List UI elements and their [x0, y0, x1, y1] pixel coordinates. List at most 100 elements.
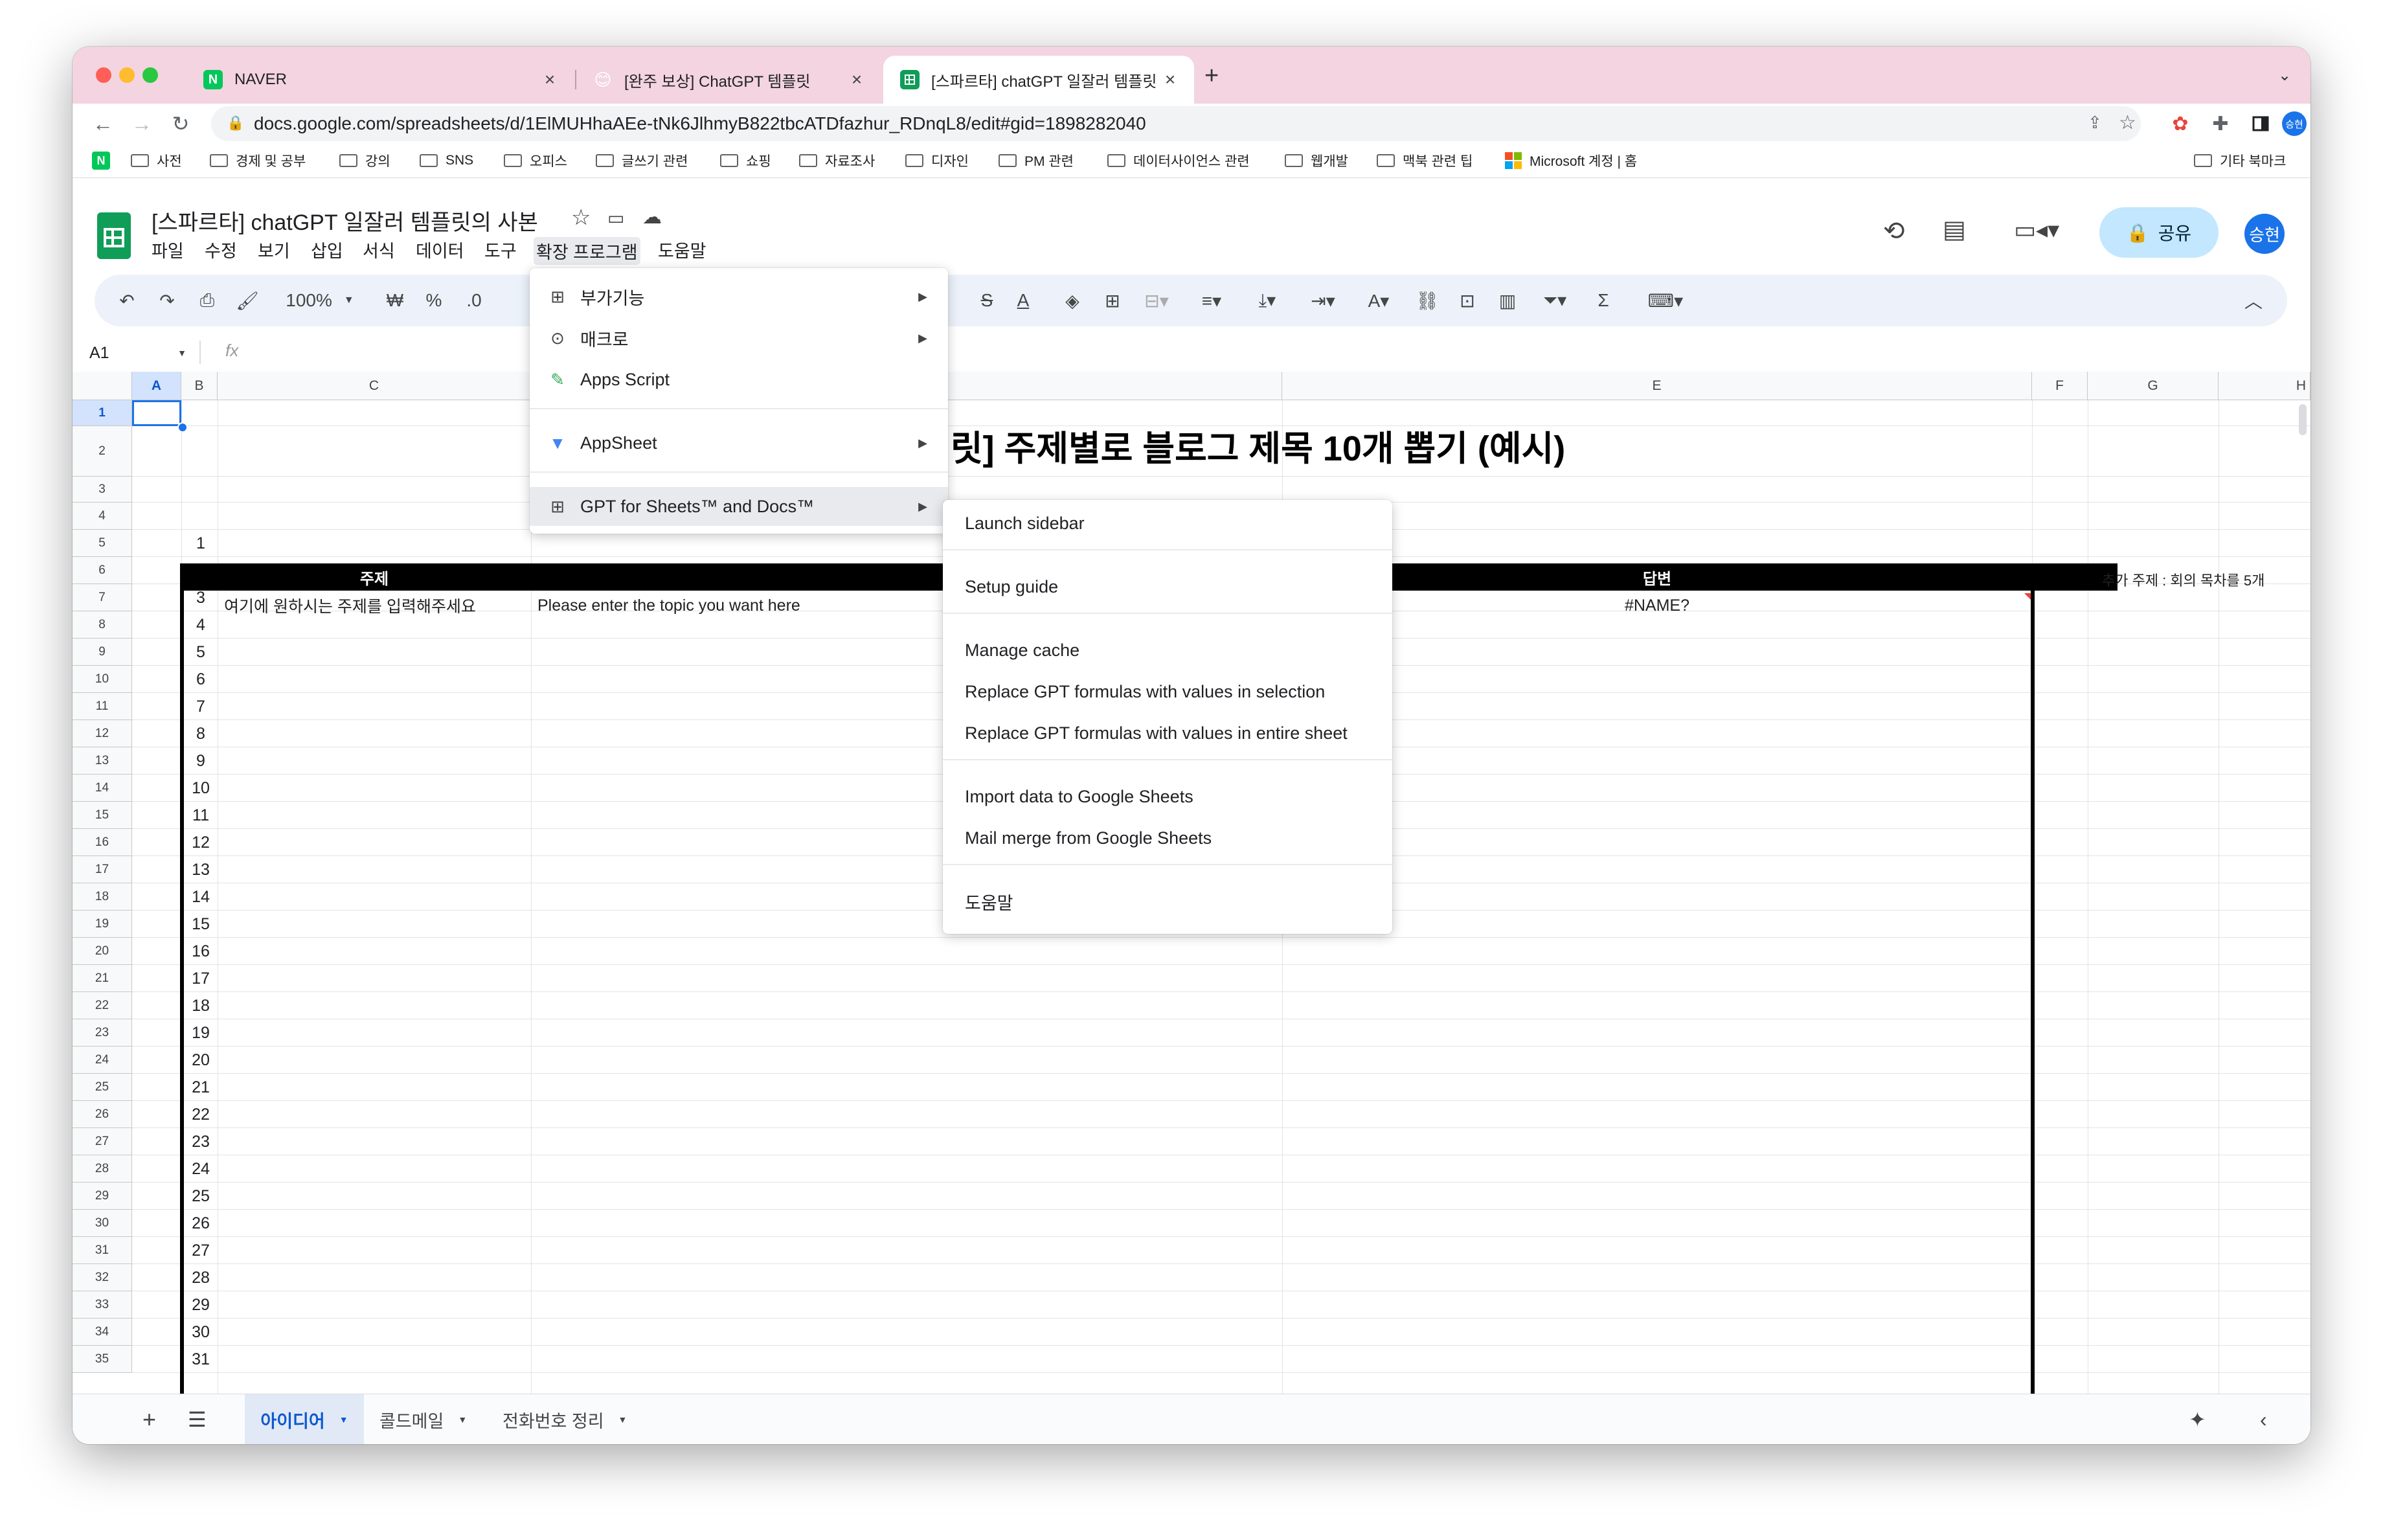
index-cell[interactable]: 21 — [184, 1074, 218, 1101]
header-answer[interactable]: 답변 — [1282, 563, 2032, 591]
index-cell[interactable]: 22 — [184, 1101, 218, 1128]
star-icon[interactable]: ☆ — [571, 205, 591, 231]
bookmark-folder[interactable]: 글쓰기 관련 — [596, 150, 688, 171]
row-header[interactable]: 33 — [73, 1291, 132, 1319]
index-cell[interactable]: 14 — [184, 883, 218, 911]
side-panel-icon[interactable] — [2246, 109, 2276, 139]
column-header-a[interactable]: A — [132, 372, 181, 400]
forward-arrow-icon[interactable]: → — [127, 109, 157, 139]
index-cell[interactable]: 17 — [184, 965, 218, 992]
prompt-cell[interactable]: Please enter the topic you want here — [537, 592, 926, 619]
column-header-b[interactable]: B — [181, 372, 218, 400]
menu-edit[interactable]: 수정 — [205, 237, 237, 262]
account-avatar[interactable]: 승현 — [2244, 214, 2285, 254]
menu-item-macros[interactable]: ⊙ 매크로 ▶ — [530, 319, 948, 357]
meet-video-icon[interactable]: ▭◂▾ — [2014, 216, 2059, 243]
menu-item-gpt-for-sheets[interactable]: ⊞ GPT for Sheets™ and Docs™ ▶ — [530, 487, 948, 526]
fill-color-icon[interactable]: ◈ — [1057, 285, 1088, 316]
sheet-heading[interactable]: 릿] 주제별로 블로그 제목 10개 뽑기 (예시) — [951, 422, 1565, 468]
index-cell[interactable]: 20 — [184, 1047, 218, 1074]
input-tools-icon[interactable]: ⌨▾ — [1640, 285, 1691, 316]
explore-icon[interactable]: ✦ — [2189, 1394, 2206, 1444]
collapse-side-panel-icon[interactable]: ‹ — [2260, 1394, 2267, 1444]
index-cell[interactable]: 11 — [184, 802, 218, 829]
address-bar[interactable]: 🔒 docs.google.com/spreadsheets/d/1ElMUHh… — [211, 106, 2141, 141]
text-rotation-icon[interactable]: A▾ — [1356, 285, 1401, 316]
row-header[interactable]: 31 — [73, 1237, 132, 1264]
maximize-window-button[interactable] — [142, 67, 158, 83]
bookmark-folder[interactable]: 경제 및 공부 — [210, 150, 306, 171]
bookmark-folder[interactable]: 웹개발 — [1285, 150, 1348, 171]
row-header[interactable]: 8 — [73, 611, 132, 639]
index-cell[interactable]: 12 — [184, 829, 218, 856]
column-header-f[interactable]: F — [2032, 372, 2088, 400]
index-cell[interactable]: 15 — [184, 911, 218, 938]
bookmark-folder[interactable]: 사전 — [131, 150, 182, 171]
row-header[interactable]: 6 — [73, 557, 132, 584]
row-header[interactable]: 15 — [73, 802, 132, 829]
row-header[interactable]: 22 — [73, 992, 132, 1019]
sheets-logo-icon[interactable] — [97, 212, 131, 259]
index-cell[interactable]: 10 — [184, 775, 218, 802]
row-header[interactable]: 23 — [73, 1019, 132, 1047]
close-window-button[interactable] — [96, 67, 111, 83]
index-cell[interactable]: 5 — [184, 639, 218, 666]
bookmark-folder[interactable]: 자료조사 — [799, 150, 875, 171]
row-header[interactable]: 17 — [73, 856, 132, 883]
borders-icon[interactable]: ⊞ — [1097, 285, 1128, 316]
row-header[interactable]: 29 — [73, 1183, 132, 1210]
row-header[interactable]: 14 — [73, 775, 132, 802]
row-header[interactable]: 28 — [73, 1155, 132, 1183]
index-cell[interactable]: 7 — [184, 693, 218, 720]
functions-icon[interactable]: Σ — [1588, 285, 1619, 316]
answer-cell[interactable]: #NAME? — [1282, 592, 2032, 619]
back-arrow-icon[interactable]: ← — [88, 109, 118, 139]
index-cell[interactable]: 26 — [184, 1210, 218, 1237]
print-icon[interactable]: ⎙ — [192, 285, 223, 316]
index-cell[interactable]: 4 — [184, 611, 218, 639]
bookmark-folder[interactable]: SNS — [420, 150, 473, 171]
row-header[interactable]: 18 — [73, 883, 132, 911]
row-header[interactable]: 24 — [73, 1047, 132, 1074]
menu-item-appsheet[interactable]: ▼ AppSheet ▶ — [530, 424, 948, 462]
bookmark-star-icon[interactable]: ☆ — [2119, 111, 2136, 134]
menu-view[interactable]: 보기 — [258, 237, 290, 262]
text-color-icon[interactable]: A — [1008, 285, 1039, 316]
index-cell[interactable]: 13 — [184, 856, 218, 883]
index-cell[interactable]: 1 — [184, 530, 218, 557]
topic-input-cell[interactable]: 여기에 원하시는 주제를 입력해주세요 — [224, 592, 528, 619]
percent-format-button[interactable]: % — [418, 285, 449, 316]
menu-item-manage-cache[interactable]: Manage cache — [943, 631, 1392, 670]
insert-comment-icon[interactable]: ⊡ — [1452, 285, 1483, 316]
insert-link-icon[interactable]: ⛓ — [1412, 285, 1443, 316]
row-header[interactable]: 13 — [73, 747, 132, 775]
paint-format-icon[interactable]: 🖌 — [232, 285, 263, 316]
comments-icon[interactable]: ▤ — [1943, 215, 1966, 244]
bookmark-folder[interactable]: 맥북 관련 팁 — [1377, 150, 1473, 171]
strikethrough-icon[interactable]: S — [971, 285, 1002, 316]
index-cell[interactable]: 25 — [184, 1183, 218, 1210]
header-topic[interactable]: 주제 — [218, 563, 531, 591]
column-header-c[interactable]: C — [218, 372, 531, 400]
all-sheets-menu-icon[interactable]: ☰ — [188, 1394, 207, 1444]
index-cell[interactable]: 31 — [184, 1346, 218, 1373]
bookmark-folder[interactable]: 강의 — [339, 150, 390, 171]
browser-tab-chatgpt-template[interactable]: 😊 [완주 보상] ChatGPT 템플릿 × — [576, 56, 881, 104]
selected-cell-a1[interactable] — [132, 400, 181, 426]
menu-item-setup-guide[interactable]: Setup guide — [943, 567, 1392, 606]
bookmark-folder[interactable]: 오피스 — [504, 150, 567, 171]
version-history-icon[interactable]: ⟲ — [1883, 216, 1905, 246]
close-tab-icon[interactable]: × — [1159, 69, 1181, 90]
close-tab-icon[interactable]: × — [846, 69, 868, 90]
row-header[interactable]: 12 — [73, 720, 132, 747]
index-cell[interactable]: 6 — [184, 666, 218, 693]
menu-item-replace-selection[interactable]: Replace GPT formulas with values in sele… — [943, 672, 1392, 711]
naver-bookmark-icon[interactable]: N — [92, 150, 110, 171]
bookmark-folder[interactable]: 데이터사이언스 관련 — [1107, 150, 1250, 171]
share-button[interactable]: 🔒 공유 — [2099, 207, 2219, 258]
zoom-select[interactable]: 100% ▼ — [275, 285, 365, 316]
row-header[interactable]: 10 — [73, 666, 132, 693]
currency-format-button[interactable]: ₩ — [379, 285, 411, 316]
bookmark-microsoft[interactable]: Microsoft 계정 | 홈 — [1505, 150, 1637, 171]
index-cell[interactable]: 9 — [184, 747, 218, 775]
